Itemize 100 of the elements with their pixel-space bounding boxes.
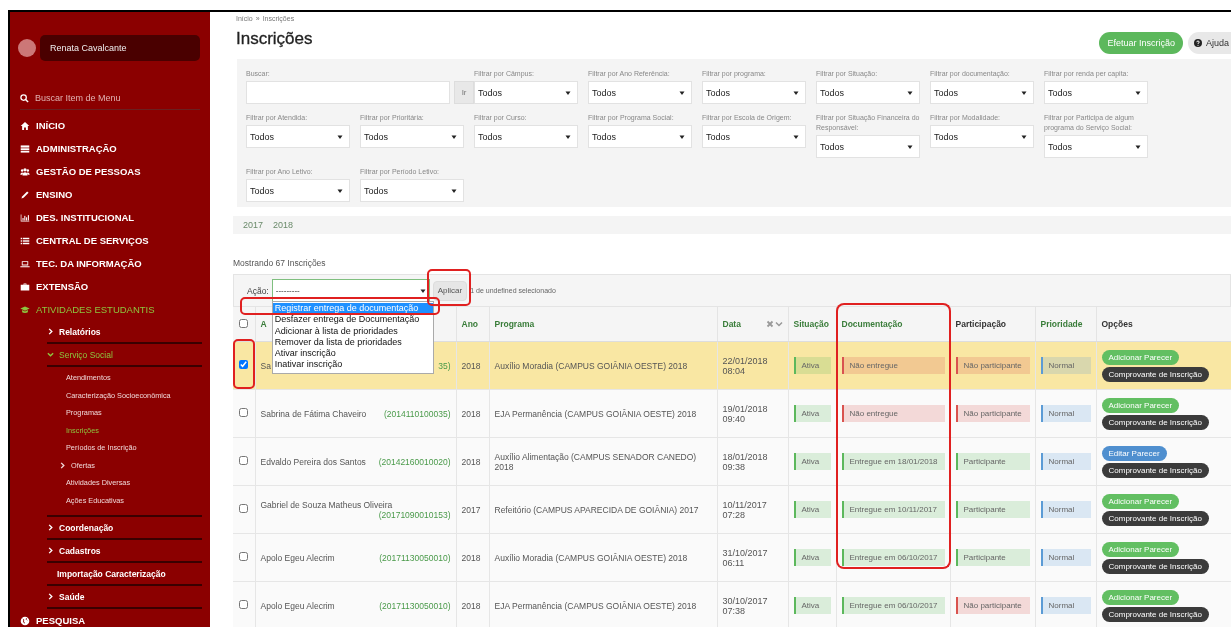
dropdown-select[interactable]: Todos	[702, 125, 806, 148]
dropdown-select[interactable]: Todos	[930, 125, 1034, 148]
caret-icon	[1021, 89, 1027, 96]
user-name[interactable]: Renata Cavalcante	[40, 35, 200, 61]
column-header[interactable]: A	[260, 319, 267, 329]
student-id: (20142160010020)	[378, 456, 451, 467]
home-icon	[20, 120, 30, 131]
dropdown-select[interactable]: Todos	[360, 179, 464, 202]
submenu-item[interactable]: Cadastros	[47, 540, 202, 563]
column-header[interactable]: Data	[722, 319, 741, 329]
dropdown-option[interactable]: Inativar inscrição	[272, 359, 433, 371]
date-time: 30/10/2017 07:38	[722, 595, 768, 616]
search-field[interactable]: Buscar Item de Menu	[35, 93, 185, 103]
year-link[interactable]: 2017	[243, 220, 264, 230]
search-field[interactable]	[246, 81, 451, 104]
dropdown-option[interactable]: Adicionar à lista de prioridades	[272, 325, 433, 337]
dropdown-select[interactable]: Todos	[246, 179, 350, 202]
column-header: Opções	[1101, 319, 1133, 329]
submenu-item[interactable]: Relatórios	[47, 321, 202, 344]
receipt-button[interactable]: Comprovante de Inscrição	[1101, 558, 1209, 574]
dropdown-select[interactable]: Todos	[588, 125, 692, 148]
page-title: Inscrições	[236, 29, 313, 49]
table-icon	[20, 143, 30, 154]
caret-icon	[907, 89, 913, 96]
dropdown-select[interactable]: Todos	[1044, 81, 1148, 104]
column-header[interactable]: Documentação	[841, 319, 903, 329]
dropdown-select[interactable]: Todos	[816, 135, 920, 158]
row-checkbox[interactable]	[239, 600, 249, 609]
menu-item[interactable]: PESQUISA	[10, 609, 210, 627]
clear-sort-icon[interactable]	[765, 320, 774, 328]
column-header[interactable]: Programa	[494, 319, 535, 329]
column-header: Participação	[955, 319, 1007, 329]
table-row[interactable]	[233, 485, 1231, 534]
student-name: Apolo Egeu Alecrim	[260, 552, 335, 563]
menu-item[interactable]: DES. INSTITUCIONAL	[10, 206, 210, 229]
table-cell: 2018	[461, 600, 481, 611]
receipt-button[interactable]: Comprovante de Inscrição	[1101, 462, 1209, 478]
dropdown-select[interactable]: Todos	[930, 81, 1034, 104]
apply-button[interactable]: Aplicar	[432, 280, 468, 301]
receipt-button[interactable]: Comprovante de Inscrição	[1101, 606, 1209, 622]
dropdown-select[interactable]: Todos	[474, 81, 578, 104]
dropdown-select[interactable]: Todos	[474, 125, 578, 148]
menu-item[interactable]: ENSINO	[10, 183, 210, 206]
caret-icon	[1021, 133, 1027, 140]
caret-icon	[337, 187, 343, 194]
status-badge: Não entregue	[841, 405, 945, 422]
table-row[interactable]: Sabrina de Fátima Chaveiro (2014110100035) 2018 EJA Permanência (CAMPUS GOIÂNIA OESTE) 2018 19/01/2018 09:40 Ativa Não entregue Não participante Normal Adicionar Parecer Comprovante de Inscrição	[233, 389, 1231, 438]
select-all-checkbox[interactable]	[239, 318, 249, 328]
list-icon	[20, 235, 30, 246]
users-icon	[20, 166, 30, 177]
menu-item[interactable]: TEC. DA INFORMAÇÃO	[10, 252, 210, 275]
receipt-button[interactable]: Comprovante de Inscrição	[1101, 366, 1209, 382]
dropdown-option[interactable]: Desfazer entrega de Documentação	[272, 314, 433, 326]
chevron-down-icon[interactable]	[774, 320, 783, 328]
table-cell: Auxílio Alimentação (CAMPUS SENADOR CANEDO) 2018	[494, 451, 697, 472]
menu-item[interactable]: CENTRAL DE SERVIÇOS	[10, 229, 210, 252]
submenu-item[interactable]: Coordenação	[47, 517, 202, 540]
table-cell: 2018	[461, 552, 481, 563]
row-checkbox[interactable]	[239, 552, 249, 561]
avatar	[18, 39, 36, 57]
submenu-item[interactable]: Serviço Social	[47, 344, 202, 367]
table-row[interactable]	[233, 437, 1231, 486]
student-id: (2014110100035)	[384, 408, 451, 419]
year-link[interactable]: 2018	[273, 220, 294, 230]
go-button[interactable]: Ir	[454, 81, 474, 104]
table-row[interactable]: Apolo Egeu Alecrim (20171130050010) 2018 EJA Permanência (CAMPUS GOIÂNIA OESTE) 2018 30/10/2017 07:38 Ativa Entregue em 06/10/2017 Não participante Normal Adicionar Parecer Comprovante de Inscrição	[233, 581, 1231, 627]
student-id: (20171130050010)	[379, 600, 451, 611]
menu-item[interactable]: GESTÃO DE PESSOAS	[10, 160, 210, 183]
help-button[interactable]: Ajuda	[1187, 32, 1231, 54]
row-checkbox[interactable]	[239, 360, 249, 369]
status-badge: Entregue em 06/10/2017	[841, 549, 945, 566]
status-badge: Não participante	[955, 597, 1030, 614]
menu-item[interactable]: ADMINISTRAÇÃO	[10, 137, 210, 160]
row-checkbox[interactable]	[239, 456, 249, 465]
dropdown-select[interactable]: Todos	[1044, 135, 1148, 158]
table-row[interactable]: Apolo Egeu Alecrim (20171130050010) 2018 Auxílio Moradia (CAMPUS GOIÂNIA OESTE) 2018 31/10/2017 06:11 Ativa Entregue em 06/10/2017 Participante Normal Adicionar Parecer Comprovante de Inscrição	[233, 533, 1231, 582]
menu-item[interactable]: ATIVIDADES ESTUDANTIS	[10, 298, 210, 321]
menu-item[interactable]: EXTENSÃO	[10, 275, 210, 298]
dropdown-select[interactable]: Todos	[588, 81, 692, 104]
status-badge: Ativa	[793, 597, 831, 614]
receipt-button[interactable]: Comprovante de Inscrição	[1101, 510, 1209, 526]
student-name: Sa	[260, 360, 271, 371]
date-time: 22/01/2018 08:04	[722, 355, 768, 376]
table-cell: 2017	[461, 504, 481, 515]
receipt-button[interactable]: Comprovante de Inscrição	[1101, 414, 1209, 430]
status-badge: Normal	[1040, 453, 1091, 470]
menu-item[interactable]: INÍCIO	[10, 114, 210, 137]
submenu-item[interactable]: Importação Caracterização	[47, 563, 202, 586]
status-badge: Não entregue	[841, 357, 945, 374]
dropdown-select[interactable]: Todos	[816, 81, 920, 104]
dropdown-option[interactable]: Ativar inscrição	[272, 348, 433, 360]
submenu-item[interactable]: Saúde	[47, 586, 202, 609]
row-checkbox[interactable]	[239, 408, 249, 417]
row-checkbox[interactable]	[239, 504, 249, 513]
column-header[interactable]: Ano	[461, 319, 479, 329]
annotation-frame	[233, 339, 255, 389]
dropdown-select[interactable]: Todos	[360, 125, 464, 148]
dropdown-select[interactable]: Todos	[246, 125, 350, 148]
caret-icon	[793, 133, 799, 140]
dropdown-select[interactable]: Todos	[702, 81, 806, 104]
